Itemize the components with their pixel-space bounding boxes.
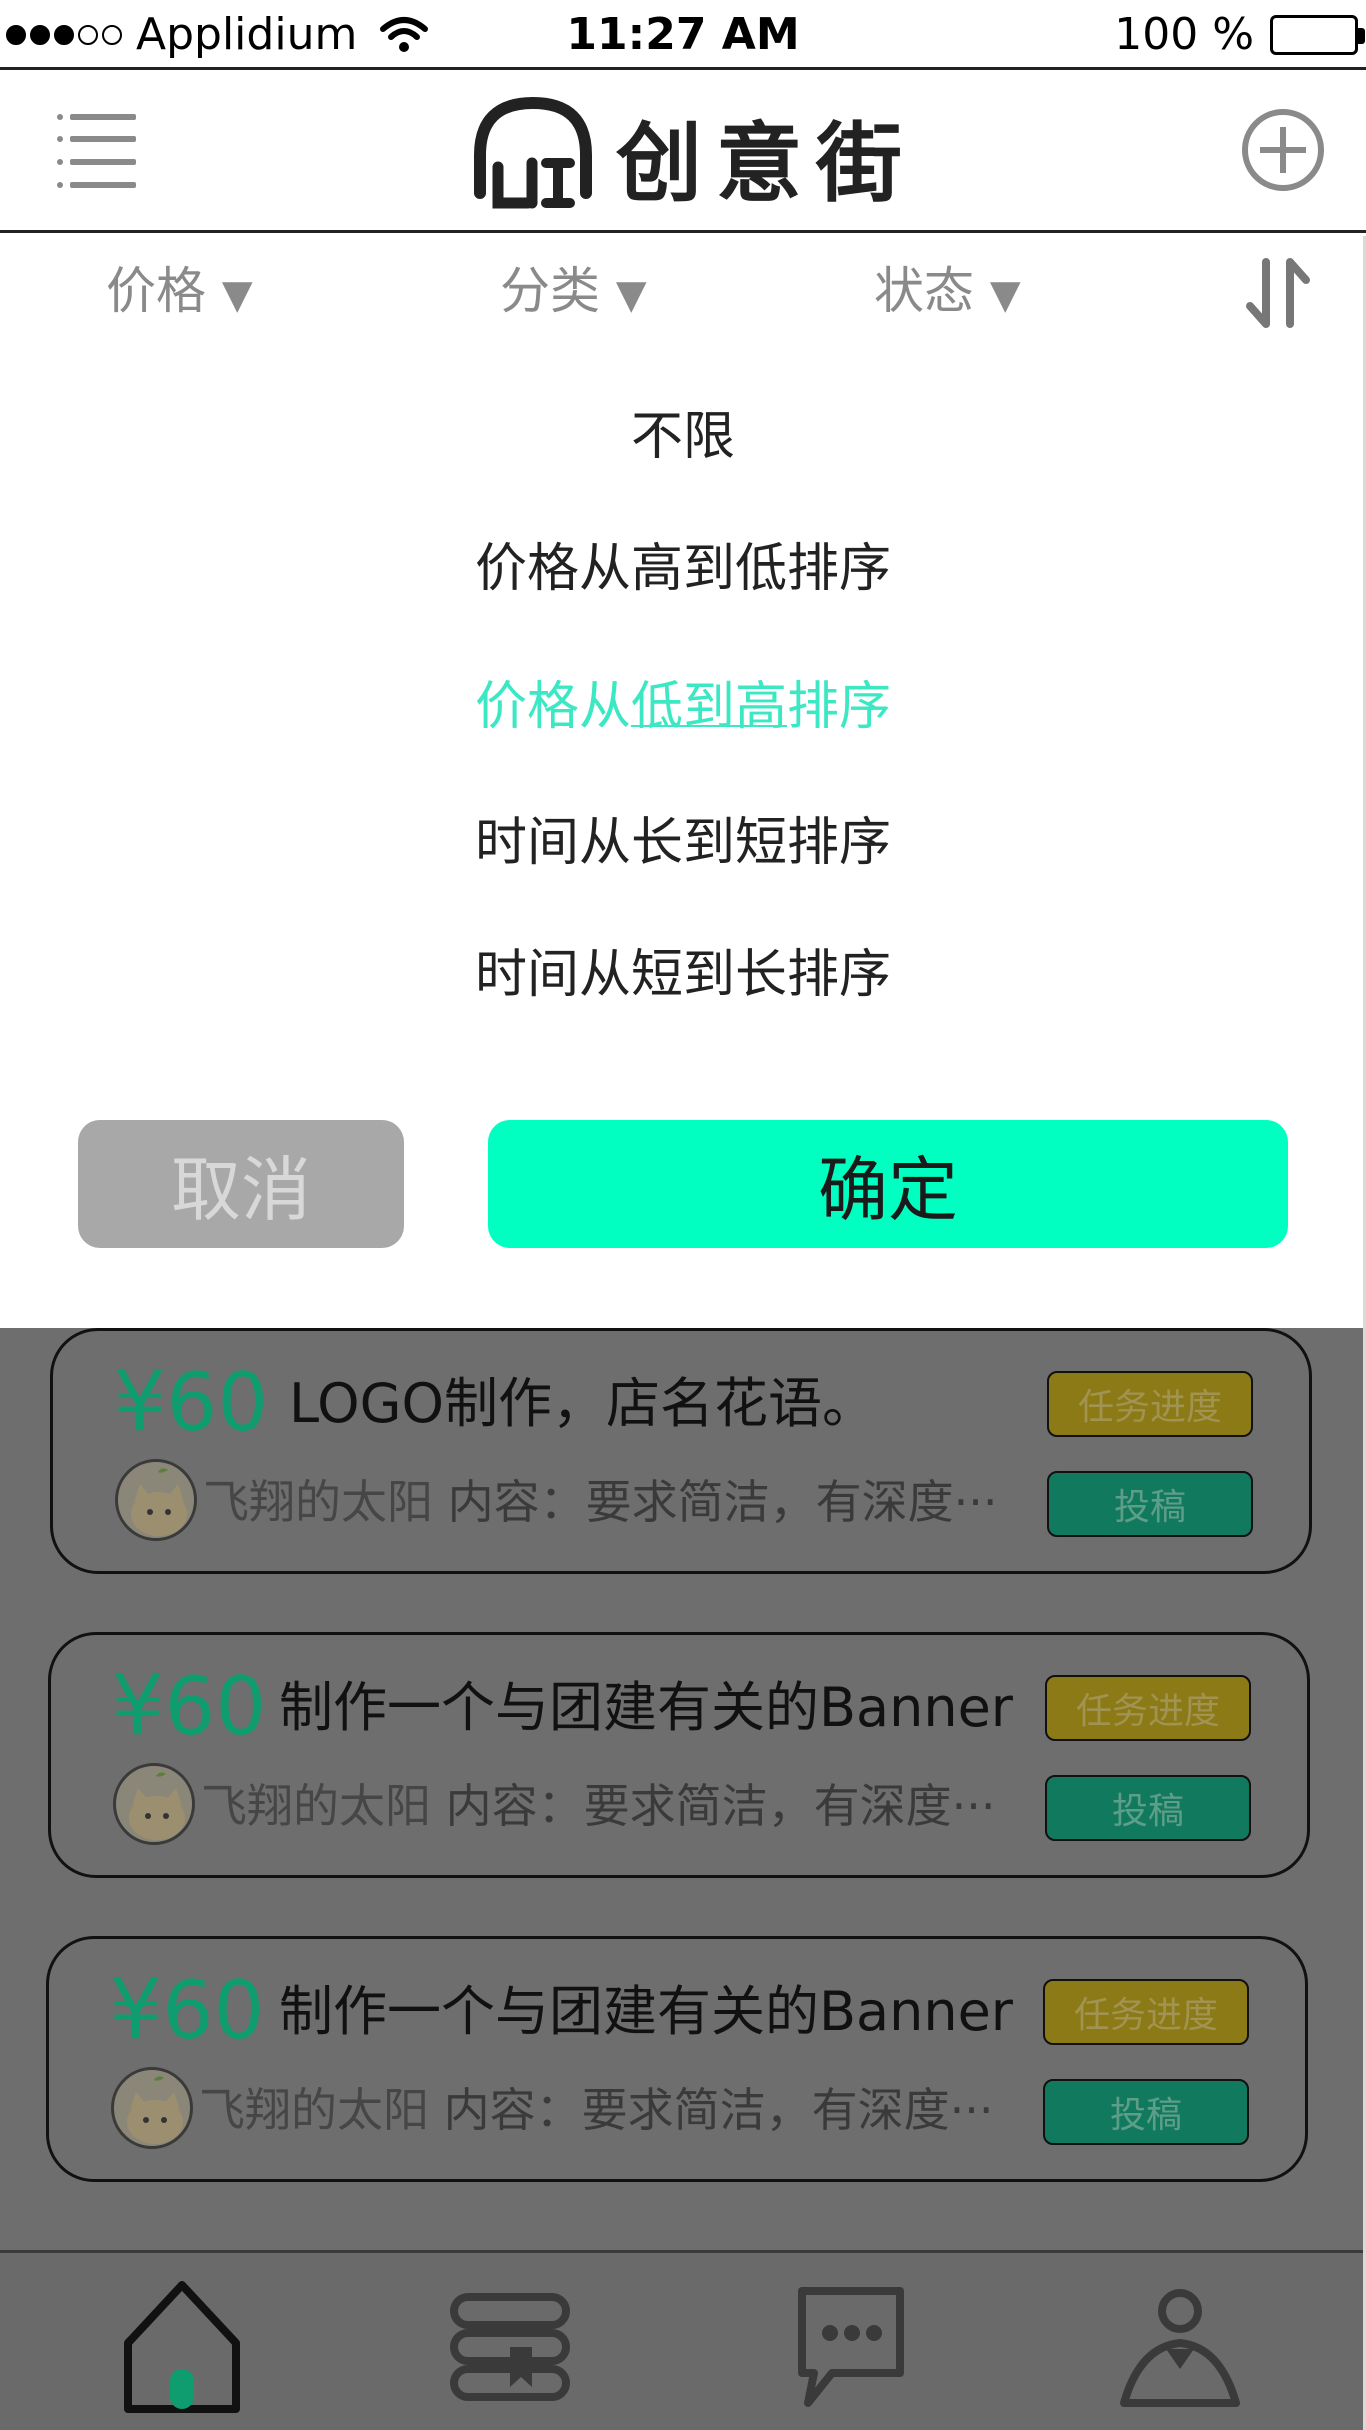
submit-button[interactable]: 投稿	[1045, 1775, 1251, 1841]
battery-icon	[1270, 15, 1365, 55]
task-price: ¥60	[113, 1352, 269, 1450]
task-title: 制作一个与团建有关的Banner	[279, 1676, 1014, 1739]
filter-price[interactable]: 价格 ▼	[106, 256, 253, 330]
chevron-down-icon: ▼	[221, 272, 253, 318]
task-card[interactable]: ¥60 LOGO制作，店名花语。 飞翔的太阳 内容：要求简洁，有深度··· 任务…	[50, 1328, 1312, 1574]
sort-option-price-high-low[interactable]: 价格从高到低排序	[0, 526, 1366, 601]
sort-option-label: 价格从高到低排序	[474, 539, 891, 599]
books-icon[interactable]	[440, 2277, 580, 2417]
task-title: 制作一个与团建有关的Banner	[279, 1980, 1014, 2043]
task-card[interactable]: ¥60 制作一个与团建有关的Banner 飞翔的太阳 内容：要求简洁，有深度··…	[46, 1936, 1308, 2182]
task-content: 内容：要求简洁，有深度···	[445, 1779, 996, 1833]
avatar	[111, 2067, 193, 2149]
filter-bar: 价格 ▼ 分类 ▼ 状态 ▼	[0, 236, 1366, 346]
user-name: 飞翔的太阳	[203, 1475, 433, 1529]
profile-icon[interactable]	[1110, 2277, 1250, 2417]
sort-option-price-low-high[interactable]: 价格从低到高排序	[0, 664, 1366, 739]
brand-name: 创意街	[616, 112, 916, 214]
cat-avatar-icon	[127, 2076, 183, 2144]
task-meta: 飞翔的太阳 内容：要求简洁，有深度···	[201, 1771, 996, 1841]
cancel-button[interactable]: 取消	[78, 1120, 404, 1248]
user-name: 飞翔的太阳	[201, 1779, 431, 1833]
app-screen: Applidium 11:27 AM 100 % 创意街 价格 ▼ 分类 ▼ 状…	[0, 0, 1366, 2430]
filter-status[interactable]: 状态 ▼	[874, 256, 1021, 330]
sort-option-label: 时间从短到长排序	[474, 945, 891, 1005]
brand-logo-icon	[474, 96, 592, 209]
filter-price-label: 价格	[106, 262, 206, 320]
app-header: 创意街	[0, 73, 1366, 233]
brand: 创意街	[470, 85, 916, 225]
sort-option-label: 时间从长到短排序	[474, 813, 891, 873]
sort-option-label: 低到高	[630, 677, 787, 737]
avatar	[113, 1763, 195, 1845]
sort-option-label: 价格从	[474, 677, 631, 737]
status-bar: Applidium 11:27 AM 100 %	[0, 0, 1366, 70]
filter-status-label: 状态	[874, 262, 974, 320]
cat-avatar-icon	[129, 1772, 185, 1840]
avatar	[115, 1459, 197, 1541]
sort-option-unlimited[interactable]: 不限	[0, 394, 1366, 469]
task-meta: 飞翔的太阳 内容：要求简洁，有深度···	[199, 2075, 994, 2145]
bottom-tab-bar	[0, 2250, 1366, 2430]
submit-button[interactable]: 投稿	[1043, 2079, 1249, 2145]
sort-panel: 不限 价格从高到低排序 价格从低到高排序 时间从长到短排序 时间从短到长排序 取…	[0, 346, 1366, 1328]
dimmed-task-list: ¥60 LOGO制作，店名花语。 飞翔的太阳 内容：要求简洁，有深度··· 任务…	[0, 1328, 1366, 2250]
cat-avatar-icon	[131, 1468, 187, 1536]
task-title: LOGO制作，店名花语。	[289, 1372, 877, 1435]
confirm-button[interactable]: 确定	[488, 1120, 1288, 1248]
battery-percentage: 100 %	[1114, 9, 1254, 60]
menu-icon[interactable]	[56, 111, 136, 191]
add-circle-icon[interactable]	[1240, 107, 1326, 193]
sort-option-time-short-long[interactable]: 时间从短到长排序	[0, 932, 1366, 1007]
task-content: 内容：要求简洁，有深度···	[443, 2083, 994, 2137]
task-progress-button[interactable]: 任务进度	[1047, 1371, 1253, 1437]
chevron-down-icon: ▼	[615, 272, 647, 318]
task-card[interactable]: ¥60 制作一个与团建有关的Banner 飞翔的太阳 内容：要求简洁，有深度··…	[48, 1632, 1310, 1878]
task-progress-button[interactable]: 任务进度	[1045, 1675, 1251, 1741]
sort-option-label: 排序	[787, 677, 892, 737]
task-price: ¥60	[109, 1960, 265, 2058]
chevron-down-icon: ▼	[989, 272, 1021, 318]
home-icon[interactable]	[112, 2277, 252, 2417]
chat-icon[interactable]	[780, 2277, 920, 2417]
filter-category[interactable]: 分类 ▼	[500, 256, 647, 330]
task-content: 内容：要求简洁，有深度···	[447, 1475, 998, 1529]
sort-icon[interactable]	[1246, 258, 1310, 328]
task-progress-button[interactable]: 任务进度	[1043, 1979, 1249, 2045]
user-name: 飞翔的太阳	[199, 2083, 429, 2137]
task-meta: 飞翔的太阳 内容：要求简洁，有深度···	[203, 1467, 998, 1537]
sort-option-time-long-short[interactable]: 时间从长到短排序	[0, 800, 1366, 875]
task-price: ¥60	[111, 1656, 267, 1754]
sort-option-label: 不限	[630, 407, 735, 467]
submit-button[interactable]: 投稿	[1047, 1471, 1253, 1537]
filter-category-label: 分类	[500, 262, 600, 320]
status-right: 100 %	[1114, 6, 1365, 64]
